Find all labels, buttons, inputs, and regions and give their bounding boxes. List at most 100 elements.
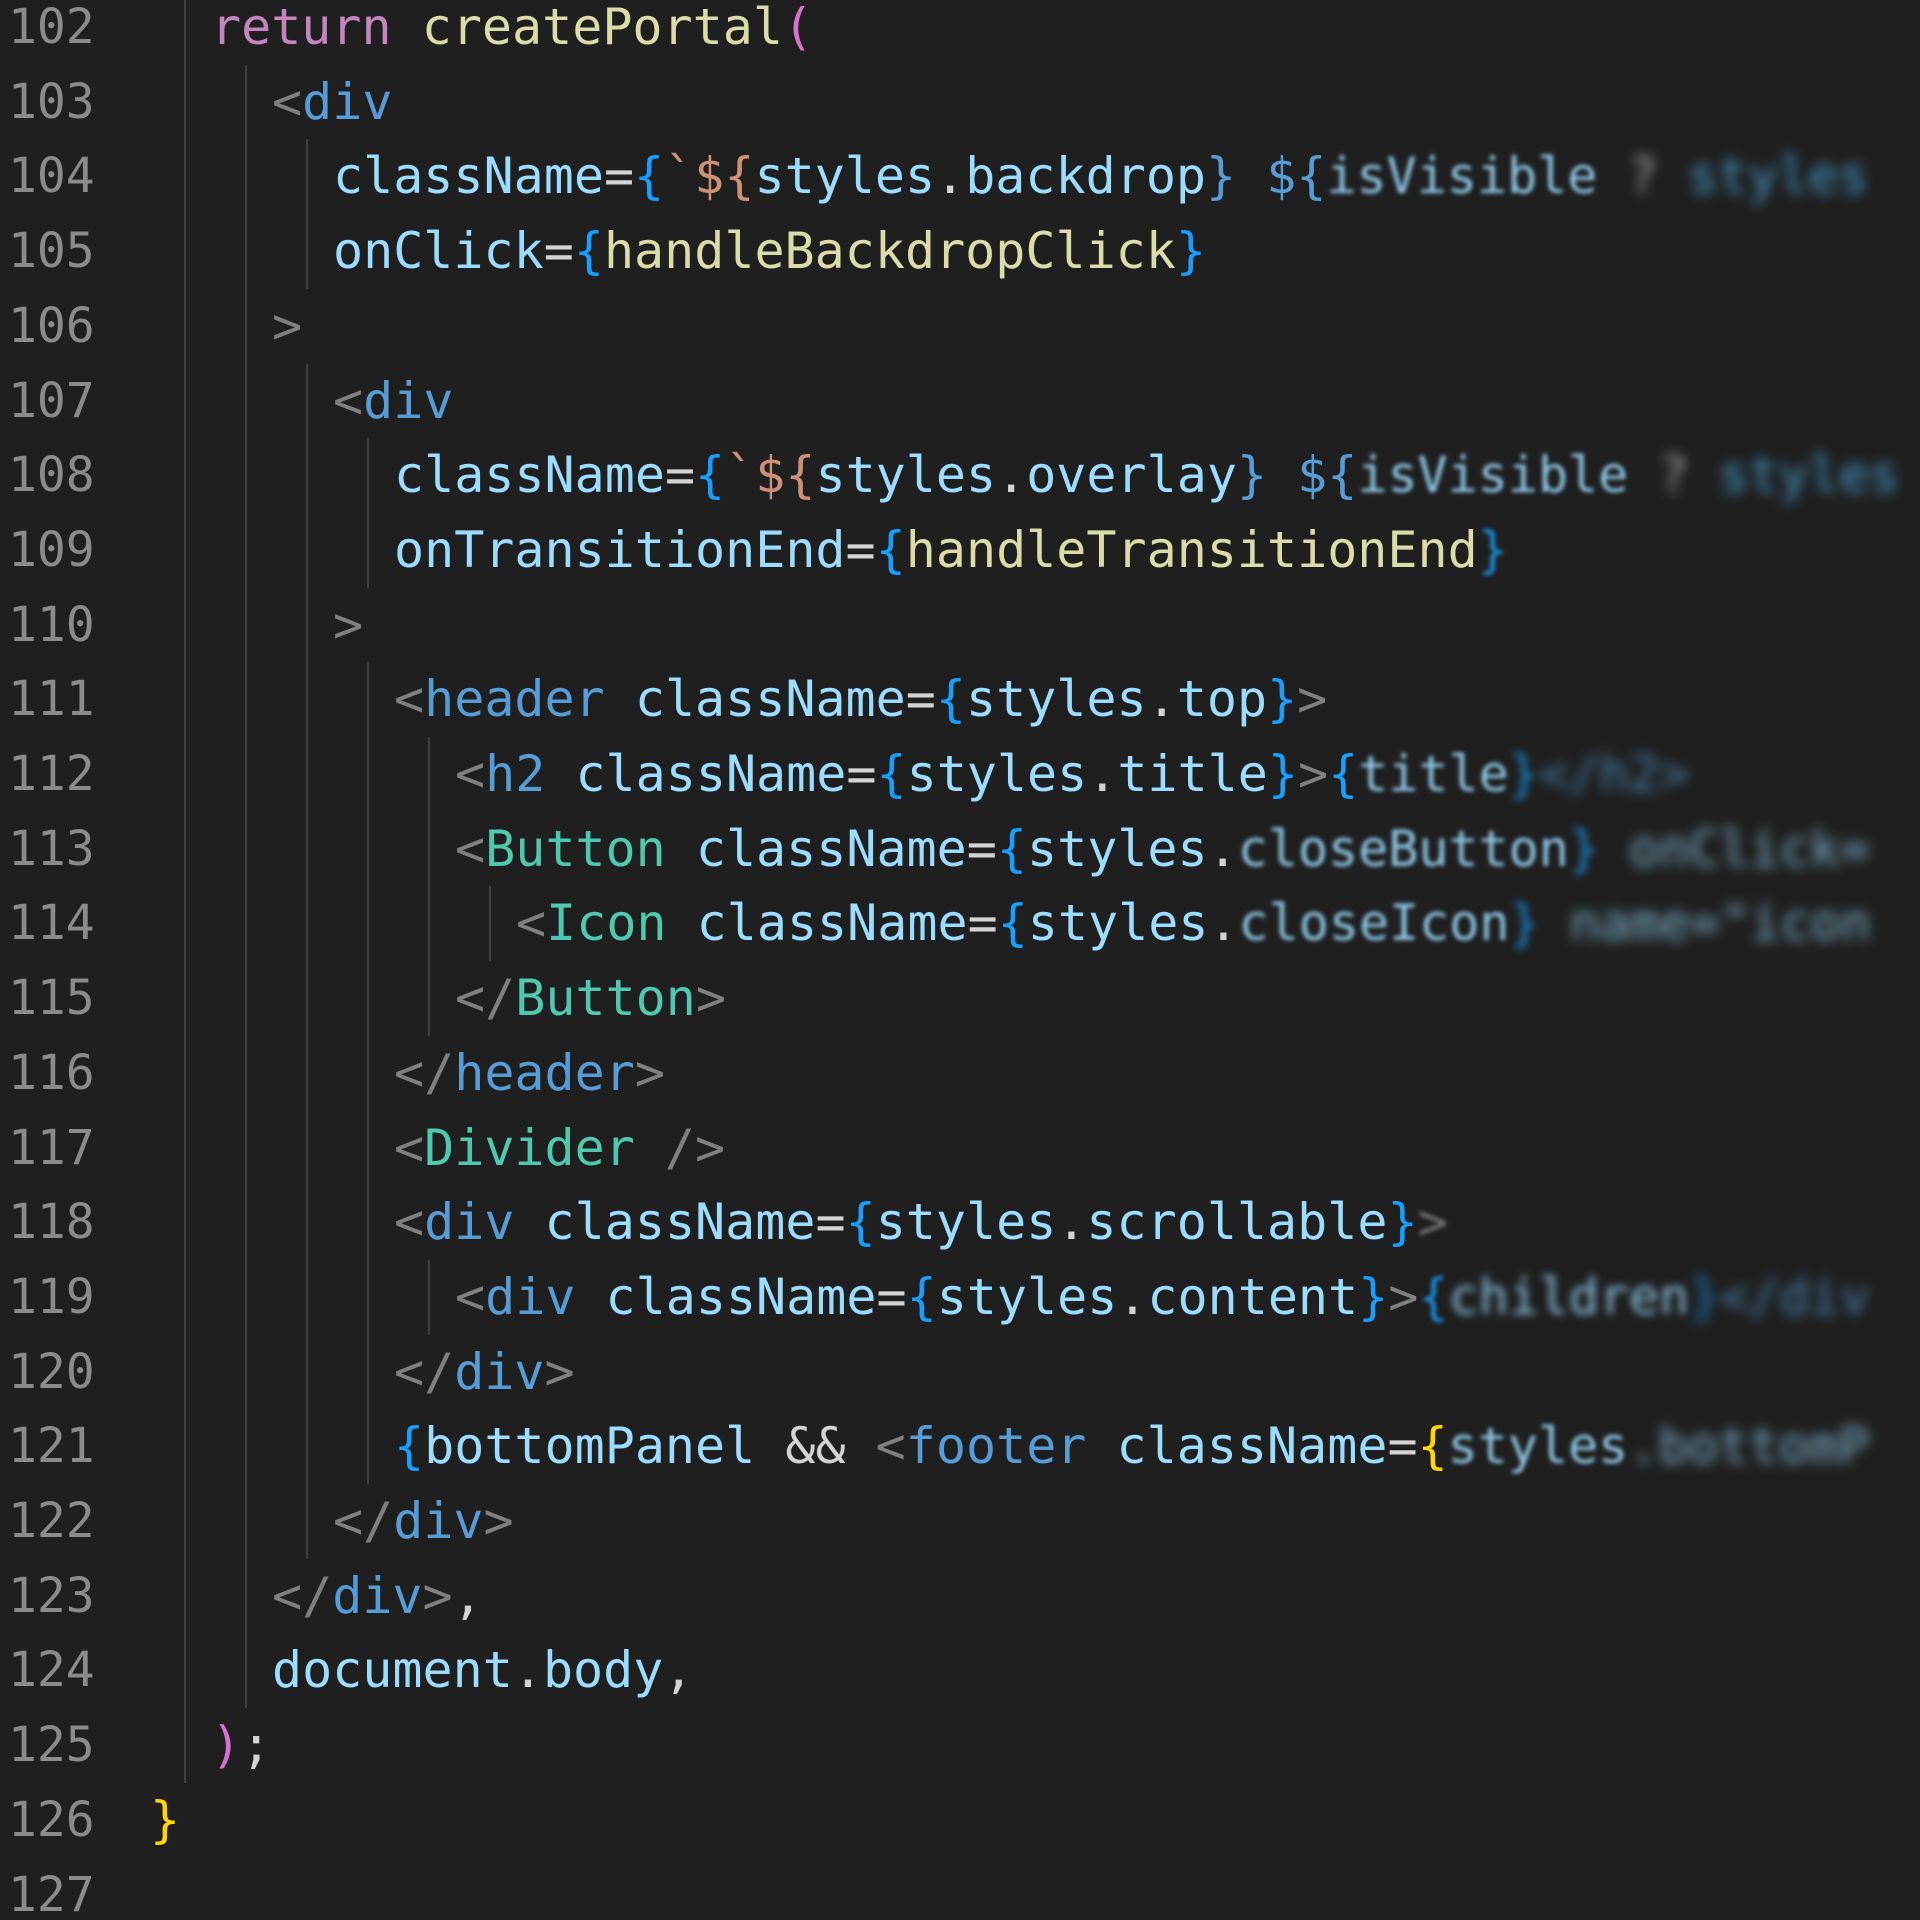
code-line[interactable]: 124 document.body, (0, 1633, 1920, 1708)
code-token: = (664, 446, 696, 505)
code-line[interactable]: 102 return createPortal( (0, 0, 1920, 65)
code-line[interactable]: 103 <div (0, 65, 1920, 140)
code-token: className (544, 1193, 816, 1252)
code-token: styles (966, 670, 1147, 729)
code-line[interactable]: 115 </Button> (0, 961, 1920, 1036)
code-token: className (696, 894, 968, 953)
code-token: = (1387, 1417, 1418, 1476)
code-text: > (272, 289, 302, 364)
code-token: styles (815, 446, 997, 505)
code-line[interactable]: 119 <div className={styles.content}>{chil… (0, 1260, 1920, 1335)
code-line[interactable]: 109 onTransitionEnd={handleTransitionEnd} (0, 513, 1920, 588)
code-token: </div (1719, 1267, 1870, 1326)
code-token: { (1328, 745, 1359, 803)
code-token: } (1267, 745, 1298, 803)
code-token: name="icon (1539, 894, 1871, 953)
code-line[interactable]: 126} (0, 1783, 1920, 1858)
code-token: { (935, 670, 966, 729)
code-token: Button (515, 969, 696, 1028)
code-token: className (1116, 1417, 1388, 1476)
code-token: </ (394, 1342, 455, 1401)
code-token: isVisible (1326, 147, 1598, 206)
code-token: = (966, 819, 997, 878)
line-number: 110 (8, 596, 95, 653)
code-text: } (150, 1783, 180, 1858)
code-line[interactable]: 122 </div> (0, 1484, 1920, 1559)
code-token: > (483, 1492, 514, 1550)
code-token: < (272, 72, 303, 131)
code-line[interactable]: 120 </div> (0, 1335, 1920, 1410)
code-line[interactable]: 107 <div (0, 364, 1920, 439)
code-token: div (424, 1193, 515, 1252)
code-token: Divider (424, 1118, 635, 1177)
code-token: title (1358, 745, 1509, 803)
code-token: { (1417, 1417, 1448, 1476)
code-token: `${ (725, 446, 816, 505)
code-token: < (455, 819, 486, 878)
code-token: } (1267, 670, 1298, 729)
code-token: { (695, 446, 726, 505)
code-line[interactable]: 125); (0, 1708, 1920, 1783)
code-token: div (454, 1342, 545, 1401)
code-line[interactable]: 110 > (0, 588, 1920, 663)
code-line[interactable]: 111 <header className={styles.top}> (0, 662, 1920, 737)
line-number: 113 (8, 820, 95, 877)
code-line[interactable]: 123 </div>, (0, 1559, 1920, 1634)
code-line[interactable]: 116 </header> (0, 1036, 1920, 1111)
code-token: . (1056, 1193, 1087, 1252)
code-line[interactable]: 108 className={`${styles.overlay} ${isVis… (0, 438, 1920, 513)
code-token: className (394, 446, 665, 505)
code-line[interactable]: 127 (0, 1858, 1920, 1920)
code-token: closeIcon (1238, 894, 1510, 953)
code-line[interactable]: 114 <Icon className={styles.closeIcon} na… (0, 886, 1920, 961)
code-token: . (1208, 894, 1239, 953)
code-token: className (333, 147, 604, 206)
code-token: { (875, 520, 906, 579)
code-line[interactable]: 121 {bottomPanel && <footer className={st… (0, 1409, 1920, 1484)
line-number: 111 (8, 671, 95, 728)
code-token: = (876, 1267, 907, 1326)
code-token: closeButton (1237, 819, 1569, 878)
code-token: ) (211, 1716, 242, 1775)
code-token: > (695, 969, 726, 1028)
code-text: <div (272, 65, 392, 140)
line-number: 122 (8, 1493, 95, 1549)
code-token: styles (906, 745, 1088, 803)
code-token: styles (1447, 1417, 1629, 1476)
code-token: onTransitionEnd (394, 520, 846, 579)
code-token: h2 (485, 745, 546, 803)
code-text: {bottomPanel && <footer className={style… (394, 1409, 1869, 1484)
code-text: <h2 className={styles.title}>{title}</h2… (455, 737, 1689, 812)
code-text: </Button> (455, 961, 726, 1036)
code-token: { (1418, 1267, 1449, 1326)
line-number: 109 (8, 521, 95, 578)
code-token: < (394, 1193, 425, 1252)
code-line[interactable]: 117 <Divider /> (0, 1111, 1920, 1186)
code-token: Icon (546, 894, 667, 953)
code-token: Button (485, 819, 666, 878)
code-line[interactable]: 105 onClick={handleBackdropClick} (0, 214, 1920, 289)
line-number: 114 (8, 895, 95, 952)
code-line[interactable]: 106 > (0, 289, 1920, 364)
code-token: > (272, 296, 303, 355)
code-line[interactable]: 113 <Button className={styles.closeButton… (0, 812, 1920, 887)
code-text: <div className={styles.content}>{childre… (455, 1260, 1870, 1335)
code-token: , (452, 1566, 483, 1625)
code-token: . (1207, 819, 1238, 878)
code-line[interactable]: 104 className={`${styles.backdrop} ${isVi… (0, 139, 1920, 214)
code-token: styles (754, 147, 936, 206)
code-token: onClick= (1598, 819, 1870, 878)
code-token: . (1117, 1267, 1148, 1326)
code-token: styles (875, 1193, 1057, 1252)
code-editor[interactable]: 102 return createPortal(103 <div 104 classNa… (0, 0, 1920, 1920)
code-token: . (935, 147, 966, 206)
code-token: } (1689, 1267, 1720, 1326)
code-token: `${ (664, 147, 755, 206)
code-line[interactable]: 118 <div className={styles.scrollable}> (0, 1185, 1920, 1260)
code-token: = (815, 1193, 846, 1252)
code-line[interactable]: 112 <h2 className={styles.title}>{title}<… (0, 737, 1920, 812)
line-number: 108 (8, 447, 95, 504)
